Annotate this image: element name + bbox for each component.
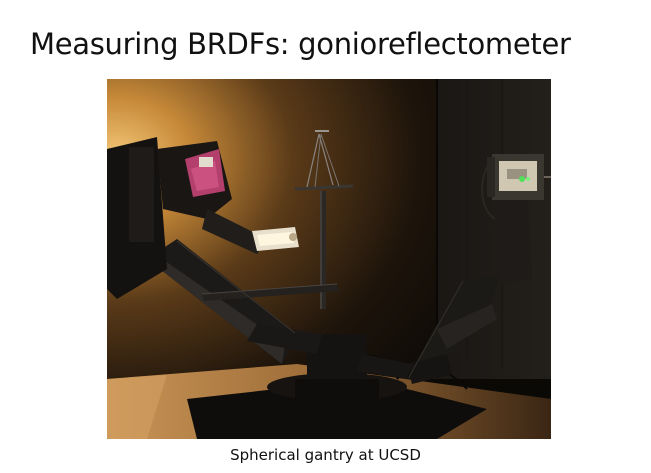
slide-title: Measuring BRDFs: gonioreflectometer bbox=[30, 27, 571, 61]
photo-caption: Spherical gantry at UCSD bbox=[230, 446, 421, 464]
gantry-photo bbox=[107, 79, 551, 439]
